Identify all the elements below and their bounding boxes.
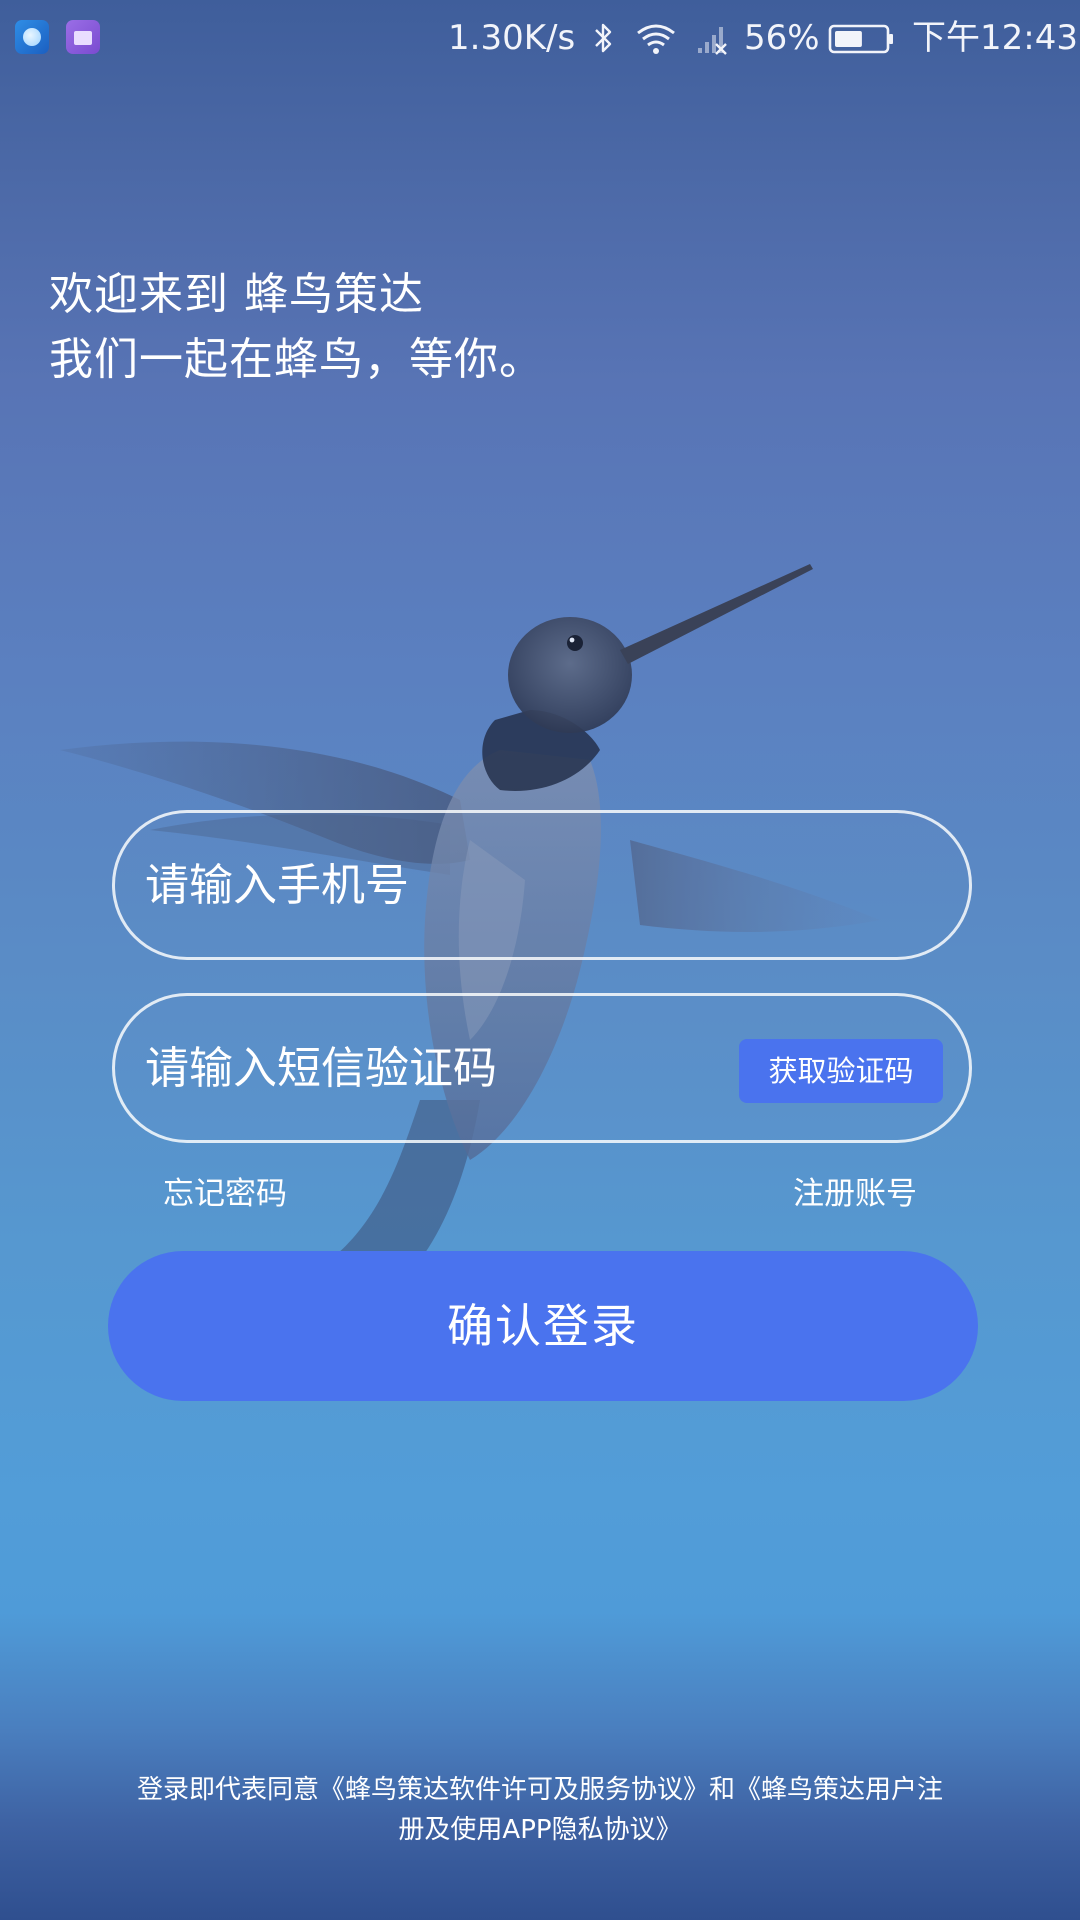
status-bar: 1.30K/s 56% 下午12:43 [0,0,1080,78]
sms-code-input[interactable] [145,996,705,1140]
briefcase-app-icon [66,20,100,54]
register-account-link[interactable]: 注册账号 [793,1172,917,1216]
clock: 下午12:43 [912,18,1078,58]
phone-input[interactable] [145,813,705,957]
welcome-heading: 欢迎来到 蜂鸟策达 我们一起在蜂鸟，等你。 [49,262,544,392]
confirm-login-button[interactable]: 确认登录 [108,1251,978,1401]
battery-percent: 56% [744,18,820,58]
forgot-password-link[interactable]: 忘记密码 [163,1172,287,1216]
agreement-line-2[interactable]: 册及使用APP隐私协议》 [100,1810,980,1850]
agreement-line-1[interactable]: 登录即代表同意《蜂鸟策达软件许可及服务协议》和《蜂鸟策达用户注 [100,1770,980,1810]
welcome-line-1: 欢迎来到 蜂鸟策达 [49,269,424,320]
signal-icon [698,27,727,55]
agreement-text[interactable]: 登录即代表同意《蜂鸟策达软件许可及服务协议》和《蜂鸟策达用户注 册及使用APP隐… [100,1770,980,1850]
bluetooth-icon [595,23,612,53]
network-speed: 1.30K/s [448,18,576,58]
browser-app-icon [15,20,49,54]
welcome-line-2: 我们一起在蜂鸟，等你。 [49,334,544,385]
battery-icon [828,24,893,54]
sms-code-field[interactable]: 获取验证码 [112,993,972,1143]
get-code-button[interactable]: 获取验证码 [739,1039,943,1103]
phone-field[interactable] [112,810,972,960]
wifi-icon [637,24,675,54]
